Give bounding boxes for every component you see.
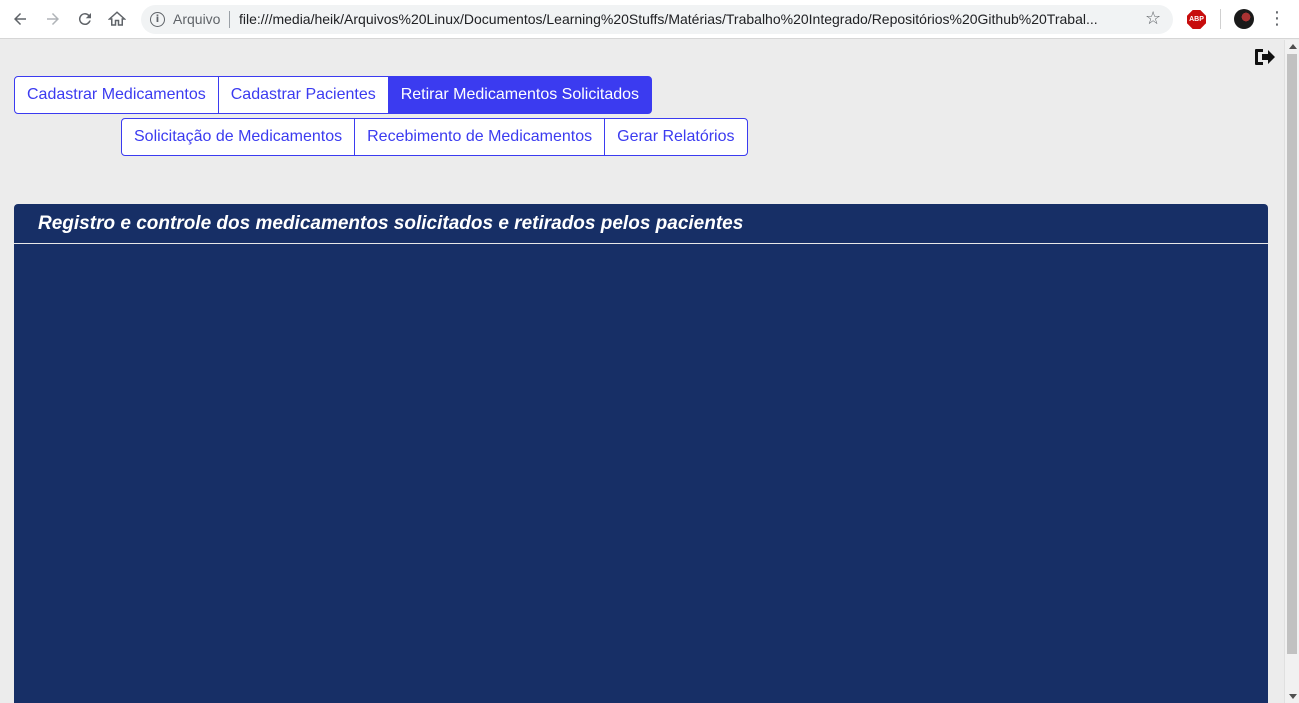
omnibox-divider <box>229 11 230 28</box>
toolbar-divider <box>1220 9 1221 29</box>
url-text[interactable]: file:///media/heik/Arquivos%20Linux/Docu… <box>239 11 1134 27</box>
panel-title: Registro e controle dos medicamentos sol… <box>38 212 744 234</box>
sign-out-icon[interactable] <box>1253 47 1275 67</box>
nav-recebimento-medicamentos[interactable]: Recebimento de Medicamentos <box>354 118 606 156</box>
back-icon[interactable] <box>8 7 32 31</box>
secondary-nav: Solicitação de Medicamentos Recebimento … <box>121 118 748 156</box>
scroll-down-icon[interactable] <box>1289 694 1297 699</box>
nav-cadastrar-pacientes[interactable]: Cadastrar Pacientes <box>217 76 389 114</box>
nav-retirar-medicamentos-solicitados[interactable]: Retirar Medicamentos Solicitados <box>387 76 653 114</box>
reload-icon[interactable] <box>73 7 97 31</box>
scheme-label: Arquivo <box>173 11 221 27</box>
adblock-label: ABP <box>1189 16 1204 23</box>
content-panel: Registro e controle dos medicamentos sol… <box>14 204 1268 703</box>
forward-icon[interactable] <box>41 7 65 31</box>
info-icon[interactable]: i <box>150 12 165 27</box>
scroll-thumb[interactable] <box>1287 54 1297 654</box>
home-icon[interactable] <box>105 7 129 31</box>
scroll-up-icon[interactable] <box>1289 44 1297 49</box>
browser-toolbar: i Arquivo file:///media/heik/Arquivos%20… <box>0 0 1299 39</box>
panel-header: Registro e controle dos medicamentos sol… <box>14 204 1268 244</box>
nav-cadastrar-medicamentos[interactable]: Cadastrar Medicamentos <box>14 76 219 114</box>
profile-avatar[interactable] <box>1234 9 1254 29</box>
adblock-icon[interactable]: ABP <box>1187 10 1206 29</box>
bookmark-star-icon[interactable]: ☆ <box>1145 8 1161 29</box>
menu-icon[interactable]: ⋮ <box>1268 8 1286 29</box>
address-bar[interactable]: i Arquivo file:///media/heik/Arquivos%20… <box>141 5 1173 34</box>
primary-nav: Cadastrar Medicamentos Cadastrar Pacient… <box>14 76 653 114</box>
nav-solicitacao-medicamentos[interactable]: Solicitação de Medicamentos <box>121 118 356 156</box>
page-scrollbar[interactable] <box>1284 40 1299 703</box>
nav-gerar-relatorios[interactable]: Gerar Relatórios <box>604 118 748 156</box>
